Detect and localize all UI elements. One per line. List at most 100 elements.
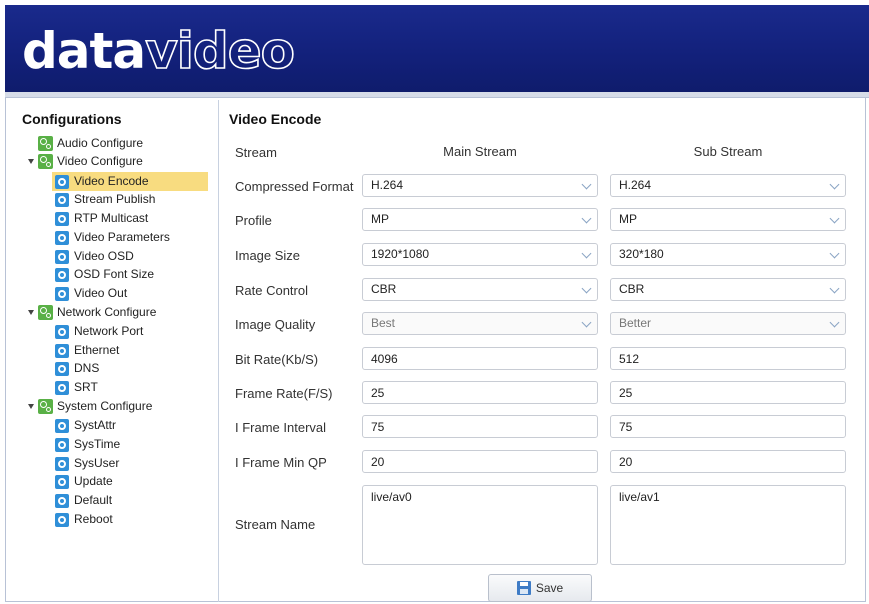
tree-item-osd-font-size[interactable]: OSD Font Size [52, 265, 208, 284]
rate-control-label: Rate Control [235, 283, 308, 298]
app-header: datavideo [5, 5, 869, 92]
expand-triangle-icon[interactable] [28, 310, 34, 315]
tree-item-systime[interactable]: SysTime [52, 435, 208, 454]
tree-item-dns[interactable]: DNS [52, 359, 208, 378]
tree-item-ethernet[interactable]: Ethernet [52, 341, 208, 360]
sub-image-size-select[interactable]: 320*180 [610, 243, 846, 266]
sub-profile-select[interactable]: MP [610, 208, 846, 231]
tree-item-video-parameters[interactable]: Video Parameters [52, 228, 208, 247]
settings-icon [55, 438, 69, 452]
tree-item-label: Update [74, 474, 113, 488]
settings-icon [55, 513, 69, 527]
settings-icon [55, 268, 69, 282]
tree-item-srt[interactable]: SRT [52, 378, 208, 397]
select-value: Better [619, 316, 652, 330]
datavideo-logo: datavideo [22, 22, 296, 80]
main-bit-rate-input[interactable] [362, 347, 598, 370]
tree-item-label: Video Encode [74, 174, 149, 188]
tree-item-video-encode[interactable]: Video Encode [52, 172, 208, 191]
tree-item-video-configure[interactable]: Video Configure [28, 152, 208, 171]
chevron-down-icon [829, 179, 840, 190]
expand-triangle-icon[interactable] [28, 404, 34, 409]
tree-item-system-configure[interactable]: System Configure [28, 397, 208, 416]
sub-stream-name-textarea[interactable]: live/av1 [610, 485, 846, 565]
sidebar-divider [218, 100, 219, 602]
main-stream-name-textarea[interactable]: live/av0 [362, 485, 598, 565]
profile-label: Profile [235, 213, 272, 228]
tree-item-rtp-multicast[interactable]: RTP Multicast [52, 209, 208, 228]
sidebar-title: Configurations [22, 111, 122, 127]
i-frame-interval-label: I Frame Interval [235, 420, 327, 435]
floppy-disk-icon [516, 581, 531, 595]
tree-item-sysuser[interactable]: SysUser [52, 454, 208, 473]
sub-stream-header: Sub Stream [693, 144, 763, 159]
tree-item-label: Audio Configure [57, 136, 144, 150]
select-value: 320*180 [619, 247, 664, 261]
settings-icon [55, 175, 69, 189]
settings-icon [55, 344, 69, 358]
gear-group-icon [38, 136, 53, 151]
select-value: MP [371, 212, 389, 226]
main-stream-header: Main Stream [443, 144, 517, 159]
sub-compressed-format-select[interactable]: H.264 [610, 174, 846, 197]
save-button[interactable]: Save [488, 574, 592, 602]
tree-item-network-port[interactable]: Network Port [52, 322, 208, 341]
frame-rate-label: Frame Rate(F/S) [235, 386, 333, 401]
tree-item-label: SystAttr [74, 418, 117, 432]
tree-item-label: Video OSD [74, 249, 134, 263]
stream-name-label: Stream Name [235, 517, 316, 532]
tree-item-video-out[interactable]: Video Out [52, 284, 208, 303]
tree-item-label: Ethernet [74, 343, 120, 357]
tree-item-reboot[interactable]: Reboot [52, 510, 208, 529]
expand-triangle-icon[interactable] [28, 159, 34, 164]
tree-item-video-osd[interactable]: Video OSD [52, 247, 208, 266]
settings-icon [55, 250, 69, 264]
tree-item-label: SysTime [74, 437, 121, 451]
settings-icon [55, 362, 69, 376]
select-value: Best [371, 316, 396, 330]
logo-light-text: video [144, 22, 295, 80]
chevron-down-icon [581, 213, 592, 224]
main-profile-select[interactable]: MP [362, 208, 598, 231]
tree-item-label: SRT [74, 380, 98, 394]
settings-icon [55, 494, 69, 508]
settings-icon [55, 287, 69, 301]
save-button-label: Save [535, 581, 564, 595]
select-value: CBR [371, 282, 397, 296]
sub-frame-rate-input[interactable] [610, 381, 846, 404]
sub-i-frame-interval-input[interactable] [610, 415, 846, 438]
main-image-size-select[interactable]: 1920*1080 [362, 243, 598, 266]
chevron-down-icon [829, 248, 840, 259]
settings-icon [55, 475, 69, 489]
sub-rate-control-select[interactable]: CBR [610, 278, 846, 301]
chevron-down-icon [829, 283, 840, 294]
stream-column-header: Stream [235, 145, 277, 160]
chevron-down-icon [581, 179, 592, 190]
main-i-frame-min-qp-input[interactable] [362, 450, 598, 473]
main-compressed-format-select[interactable]: H.264 [362, 174, 598, 197]
tree-item-label: SysUser [74, 456, 120, 470]
tree-item-label: OSD Font Size [74, 267, 155, 281]
select-value: MP [619, 212, 637, 226]
main-i-frame-interval-input[interactable] [362, 415, 598, 438]
gear-group-icon [38, 399, 53, 414]
sub-i-frame-min-qp-input[interactable] [610, 450, 846, 473]
sub-image-quality-select[interactable]: Better [610, 312, 846, 335]
main-frame-rate-input[interactable] [362, 381, 598, 404]
tree-item-stream-publish[interactable]: Stream Publish [52, 190, 208, 209]
page-title: Video Encode [229, 111, 322, 127]
tree-item-audio-configure[interactable]: Audio Configure [38, 134, 208, 153]
chevron-down-icon [829, 213, 840, 224]
main-image-quality-select[interactable]: Best [362, 312, 598, 335]
tree-item-default[interactable]: Default [52, 491, 208, 510]
sub-bit-rate-input[interactable] [610, 347, 846, 370]
settings-icon [55, 457, 69, 471]
select-value: 1920*1080 [371, 247, 430, 261]
tree-item-label: RTP Multicast [74, 211, 149, 225]
tree-item-update[interactable]: Update [52, 472, 208, 491]
tree-item-label: Video Out [74, 286, 128, 300]
chevron-down-icon [581, 248, 592, 259]
tree-item-network-configure[interactable]: Network Configure [28, 303, 208, 322]
main-rate-control-select[interactable]: CBR [362, 278, 598, 301]
tree-item-systattr[interactable]: SystAttr [52, 416, 208, 435]
